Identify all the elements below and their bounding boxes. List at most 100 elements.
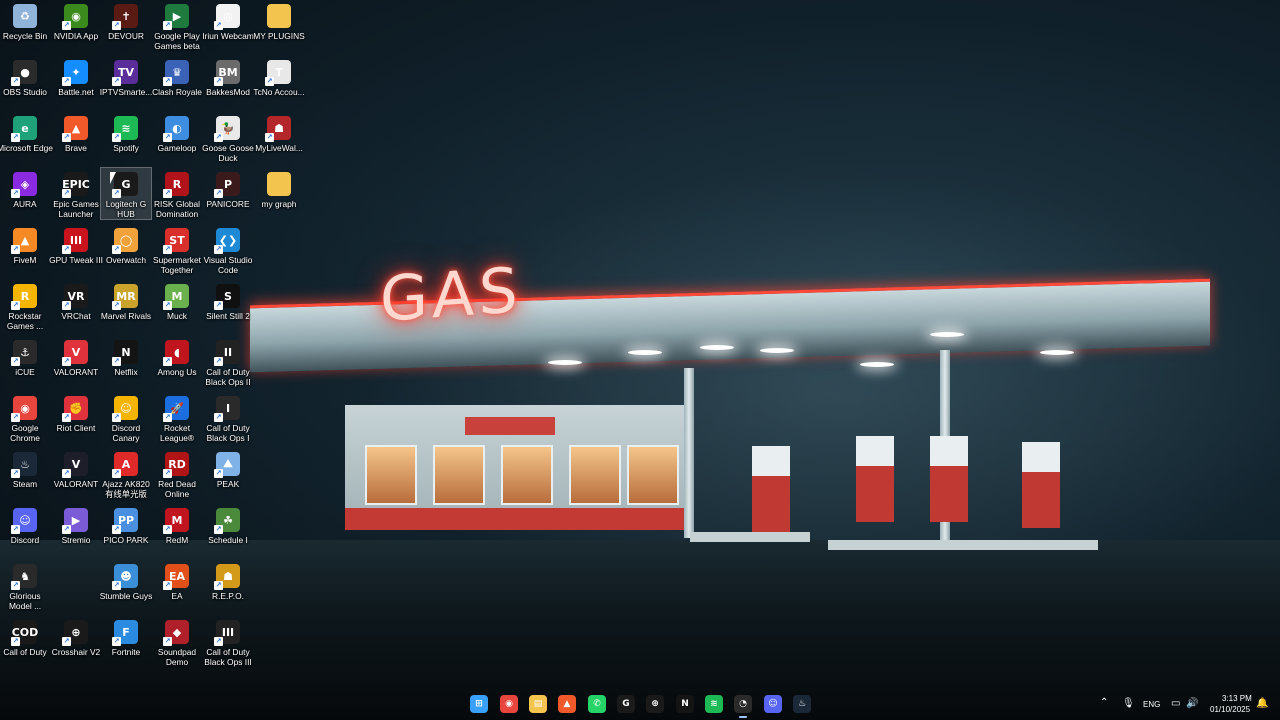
chrome-icon: ◉ bbox=[505, 699, 513, 709]
taskbar-chrome[interactable]: ◉ bbox=[500, 695, 518, 713]
soundpad-icon: ◆ ↗ bbox=[163, 620, 189, 646]
microphone-icon[interactable]: 🎙 bbox=[1122, 698, 1135, 709]
desktop-icon-clash-royale[interactable]: ♛ ↗ Clash Royale bbox=[152, 56, 202, 97]
desktop-icon-riot-client[interactable]: ✊ ↗ Riot Client bbox=[51, 392, 101, 433]
desktop-icon-marvel-rivals[interactable]: MR ↗ Marvel Rivals bbox=[101, 280, 151, 321]
desktop-icon-webcam[interactable]: ◎ ↗ Iriun Webcam bbox=[202, 0, 254, 41]
desktop-icon-spotify[interactable]: ≋ ↗ Spotify bbox=[101, 112, 151, 153]
desktop-icon-ajazz[interactable]: A ↗ Ajazz AK820 有线单光版 bbox=[101, 448, 151, 499]
desktop-icon-logitech[interactable]: G ↗ Logitech G HUB bbox=[100, 167, 152, 220]
risk-icon: R ↗ bbox=[163, 172, 189, 198]
desktop-icon-fortnite[interactable]: F ↗ Fortnite bbox=[101, 616, 151, 657]
desktop-icon-recycle-bin[interactable]: ♻ Recycle Bin bbox=[0, 0, 50, 41]
volume-icon[interactable]: 🔊 bbox=[1186, 698, 1198, 709]
desktop-icon-overwatch[interactable]: ◯ ↗ Overwatch bbox=[101, 224, 151, 265]
desktop-icon-tcno[interactable]: T ↗ TcNo Accou... bbox=[253, 56, 305, 97]
desktop-icon-nvidia[interactable]: ◉ ↗ NVIDIA App bbox=[51, 0, 101, 41]
desktop-icon-pico-park[interactable]: PP ↗ PICO PARK bbox=[101, 504, 151, 545]
desktop-icon-chrome[interactable]: ◉ ↗ Google Chrome bbox=[0, 392, 50, 443]
desktop-icon-bakkesmod[interactable]: BM ↗ BakkesMod bbox=[203, 56, 253, 97]
desktop-icon-redm[interactable]: M ↗ RedM bbox=[152, 504, 202, 545]
taskbar-brave[interactable]: ▲ bbox=[558, 695, 576, 713]
show-hidden-icons-chevron-icon[interactable]: ⌃ bbox=[1100, 697, 1108, 708]
fuel-pump bbox=[930, 436, 968, 522]
desktop-icon-valorant[interactable]: V ↗ VALORANT bbox=[51, 448, 101, 489]
desktop-icon-risk[interactable]: R ↗ RISK Global Domination bbox=[152, 168, 202, 219]
notification-bell-icon[interactable]: 🔔 bbox=[1256, 698, 1268, 709]
desktop-icon-cod-bo1[interactable]: I ↗ Call of Duty Black Ops I bbox=[203, 392, 253, 443]
desktop-icon-netflix[interactable]: N ↗ Netflix bbox=[101, 336, 151, 377]
taskbar-logitech[interactable]: G bbox=[617, 695, 635, 713]
desktop-icon-stumble-guys[interactable]: ☻ ↗ Stumble Guys bbox=[100, 560, 152, 601]
desktop-icon-gameloop[interactable]: ◐ ↗ Gameloop bbox=[152, 112, 202, 153]
desktop-icon-goose[interactable]: 🦆 ↗ Goose Goose Duck bbox=[202, 112, 254, 163]
desktop-icon-devour[interactable]: ✝ ↗ DEVOUR bbox=[101, 0, 151, 41]
desktop-icon-cod-bo3[interactable]: III ↗ Call of Duty Black Ops III bbox=[203, 616, 253, 667]
rocket-league-icon: 🚀 ↗ bbox=[163, 396, 189, 422]
muck-icon: M ↗ bbox=[163, 284, 189, 310]
desktop-icon-vrchat[interactable]: VR ↗ VRChat bbox=[51, 280, 101, 321]
desktop-icon-repo[interactable]: ☗ ↗ R.E.P.O. bbox=[203, 560, 253, 601]
desktop-icon-aura[interactable]: ◈ ↗ AURA bbox=[0, 168, 50, 209]
input-language-indicator[interactable]: ENG bbox=[1143, 700, 1160, 709]
battlenet-icon: ✦ ↗ bbox=[62, 60, 88, 86]
desktop-icon-folder[interactable]: my graph bbox=[254, 168, 304, 209]
canopy-light bbox=[760, 348, 794, 353]
desktop-icon-among-us[interactable]: ◖ ↗ Among Us bbox=[152, 336, 202, 377]
desktop-icon-obs[interactable]: ● ↗ OBS Studio bbox=[0, 56, 50, 97]
taskbar-steam[interactable]: ♨ bbox=[793, 695, 811, 713]
desktop-icon-supermarket[interactable]: ST ↗ Supermarket Together bbox=[152, 224, 202, 275]
desktop-icon-vscode[interactable]: ❮❯ ↗ Visual Studio Code bbox=[203, 224, 253, 275]
desktop-icon-ea[interactable]: EA ↗ EA bbox=[152, 560, 202, 601]
desktop-icon-discord[interactable]: ☺ ↗ Discord bbox=[0, 504, 50, 545]
desktop-icon-mylivewallpaper[interactable]: ☗ ↗ MyLiveWal... bbox=[254, 112, 304, 153]
taskbar-discord[interactable]: ☺ bbox=[764, 695, 782, 713]
network-icon[interactable]: ▭ bbox=[1171, 698, 1180, 709]
clock-time[interactable]: 3:13 PM bbox=[1222, 694, 1252, 703]
taskbar-file-explorer[interactable]: ▤ bbox=[529, 695, 547, 713]
desktop-icon-battlenet[interactable]: ✦ ↗ Battle.net bbox=[51, 56, 101, 97]
desktop-icon-soundpad[interactable]: ◆ ↗ Soundpad Demo bbox=[152, 616, 202, 667]
desktop-icon-valorant[interactable]: V ↗ VALORANT bbox=[51, 336, 101, 377]
store-window bbox=[501, 445, 553, 505]
shortcut-arrow-icon: ↗ bbox=[11, 413, 20, 422]
desktop-icon-folder[interactable]: MY PLUGINS bbox=[253, 0, 305, 41]
desktop-icon-schedule[interactable]: ☘ ↗ Schedule I bbox=[203, 504, 253, 545]
desktop-icon-gpu-tweak[interactable]: III ↗ GPU Tweak III bbox=[49, 224, 103, 265]
desktop-icon-peak[interactable]: ⛰ ↗ PEAK bbox=[203, 448, 253, 489]
taskbar-speedometer[interactable]: ◔ bbox=[734, 695, 752, 713]
desktop-icon-silent-still[interactable]: S ↗ Silent Still 2 bbox=[203, 280, 253, 321]
desktop-icon-cod-bo2[interactable]: II ↗ Call of Duty Black Ops II bbox=[203, 336, 253, 387]
desktop-icon-glorious[interactable]: ♞ ↗ Glorious Model ... bbox=[0, 560, 50, 611]
desktop-icon-label: Overwatch bbox=[105, 255, 147, 265]
desktop-icon-brave[interactable]: ▲ ↗ Brave bbox=[51, 112, 101, 153]
gpu-tweak-icon: III ↗ bbox=[62, 228, 88, 254]
clock-date[interactable]: 01/10/2025 bbox=[1210, 705, 1250, 714]
desktop-icon-red-dead[interactable]: RD ↗ Red Dead Online bbox=[152, 448, 202, 499]
desktop-icon-rockstar[interactable]: R ↗ Rockstar Games ... bbox=[0, 280, 50, 331]
icon-glyph: ◐ bbox=[172, 121, 182, 135]
desktop-icon-edge[interactable]: e ↗ Microsoft Edge bbox=[0, 112, 53, 153]
desktop-icon-crosshair[interactable]: ⊕ ↗ Crosshair V2 bbox=[51, 616, 101, 657]
desktop-icon-iptv[interactable]: TV ↗ IPTVSmarte... bbox=[100, 56, 152, 97]
shortcut-arrow-icon: ↗ bbox=[214, 357, 223, 366]
taskbar-spotify[interactable]: ≋ bbox=[705, 695, 723, 713]
desktop-icon-discord-canary[interactable]: ☺ ↗ Discord Canary bbox=[101, 392, 151, 443]
desktop-icon-stremio[interactable]: ▶ ↗ Stremio bbox=[51, 504, 101, 545]
desktop-icon-rocket-league[interactable]: 🚀 ↗ Rocket League® bbox=[152, 392, 202, 443]
taskbar-netflix[interactable]: N bbox=[676, 695, 694, 713]
desktop-icon-fivem[interactable]: ▲ ↗ FiveM bbox=[0, 224, 50, 265]
desktop-icon-steam[interactable]: ♨ ↗ Steam bbox=[0, 448, 50, 489]
taskbar-crosshair[interactable]: ⊕ bbox=[646, 695, 664, 713]
desktop-icon-cod[interactable]: COD ↗ Call of Duty bbox=[0, 616, 50, 657]
desktop-icon-muck[interactable]: M ↗ Muck bbox=[152, 280, 202, 321]
mylivewallpaper-icon: ☗ ↗ bbox=[265, 116, 291, 142]
start-button[interactable]: ⊞ bbox=[470, 695, 488, 713]
desktop-icon-panicore[interactable]: P ↗ PANICORE bbox=[203, 168, 253, 209]
fortnite-icon: F ↗ bbox=[112, 620, 138, 646]
taskbar-whatsapp[interactable]: ✆ bbox=[588, 695, 606, 713]
shortcut-arrow-icon: ↗ bbox=[62, 413, 71, 422]
desktop-icon-google-play-games[interactable]: ▶ ↗ Google Play Games beta bbox=[152, 0, 202, 51]
desktop-icon-epic-games[interactable]: EPIC ↗ Epic Games Launcher bbox=[51, 168, 101, 219]
desktop-icon-icue[interactable]: ⚓ ↗ iCUE bbox=[0, 336, 50, 377]
